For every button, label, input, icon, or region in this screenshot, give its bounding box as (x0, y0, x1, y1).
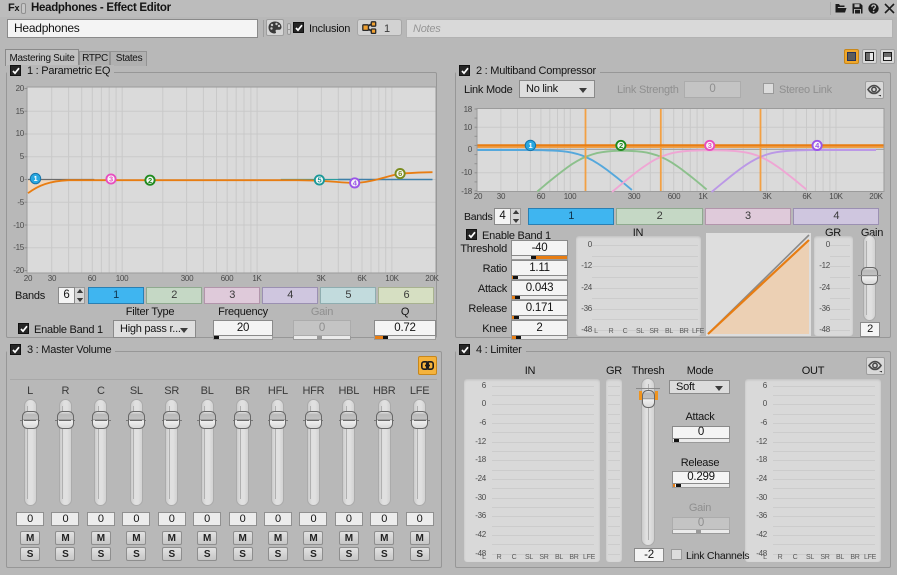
svg-text:1: 1 (528, 141, 532, 150)
svg-text:3: 3 (708, 141, 712, 150)
svg-text:2: 2 (619, 141, 623, 150)
